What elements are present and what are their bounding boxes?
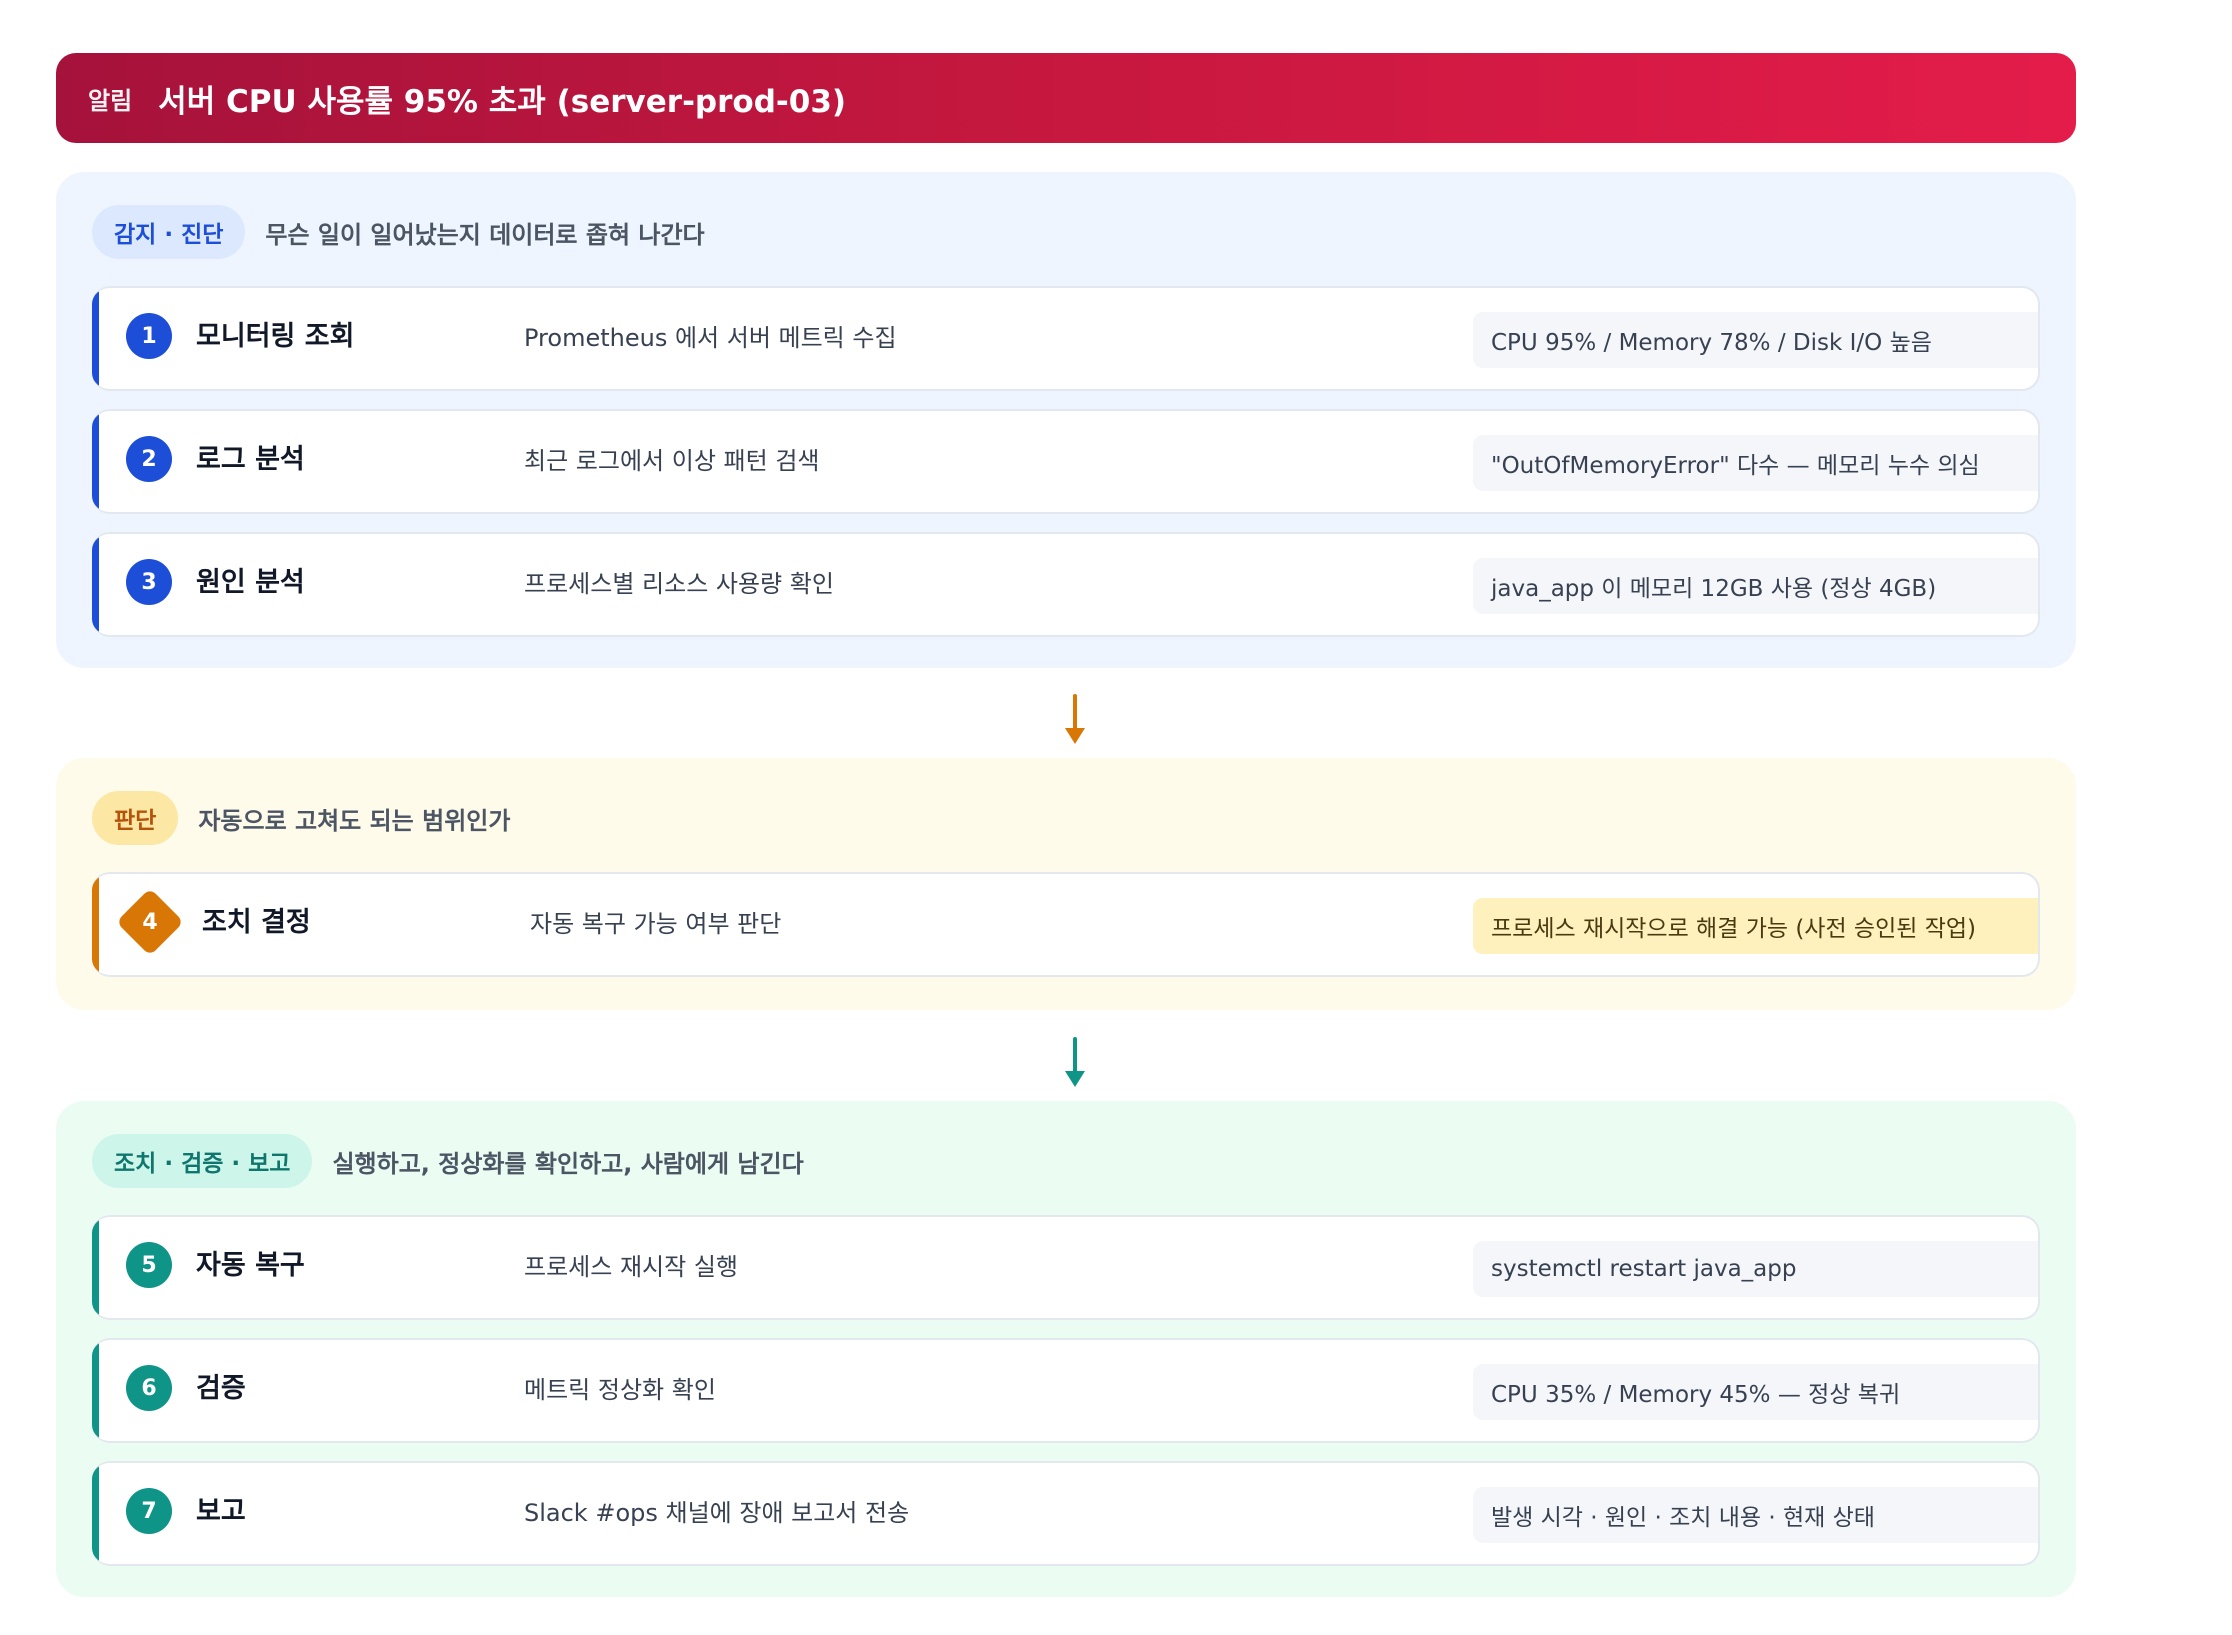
step-description: Slack #ops 채널에 장애 보고서 전송 bbox=[524, 1499, 910, 1527]
section-detect-diagnose: 감지 · 진단 무슨 일이 일어났는지 데이터로 좁혀 나간다 1 모니터링 조… bbox=[56, 172, 2076, 668]
section-action-verify-report: 조치 · 검증 · 보고 실행하고, 정상화를 확인하고, 사람에게 남긴다 5… bbox=[56, 1101, 2076, 1597]
step-description: Prometheus 에서 서버 메트릭 수집 bbox=[524, 324, 897, 352]
step-card-1: 1 모니터링 조회 Prometheus 에서 서버 메트릭 수집 CPU 95… bbox=[92, 286, 2040, 391]
section-header: 판단 자동으로 고쳐도 되는 범위인가 bbox=[92, 790, 510, 846]
step-result: java_app 이 메모리 12GB 사용 (정상 4GB) bbox=[1473, 558, 2038, 614]
step-card-2: 2 로그 분석 최근 로그에서 이상 패턴 검색 "OutOfMemoryErr… bbox=[92, 409, 2040, 514]
step-number-badge: 4 bbox=[142, 909, 158, 935]
step-number-badge: 3 bbox=[126, 559, 172, 605]
step-title: 검증 bbox=[196, 1373, 246, 1404]
step-number-badge: 1 bbox=[126, 313, 172, 359]
step-title: 로그 분석 bbox=[196, 444, 305, 475]
alert-title: 서버 CPU 사용률 95% 초과 (server-prod-03) bbox=[158, 83, 847, 120]
step-card-4: 4 조치 결정 자동 복구 가능 여부 판단 프로세스 재시작으로 해결 가능 … bbox=[92, 872, 2040, 977]
alert-banner: 알림 서버 CPU 사용률 95% 초과 (server-prod-03) bbox=[56, 53, 2076, 143]
step-title: 조치 결정 bbox=[202, 907, 311, 938]
step-number-badge: 2 bbox=[126, 436, 172, 482]
arrow-down-icon bbox=[1065, 694, 1085, 744]
step-card-6: 6 검증 메트릭 정상화 확인 CPU 35% / Memory 45% — 정… bbox=[92, 1338, 2040, 1443]
step-description: 최근 로그에서 이상 패턴 검색 bbox=[524, 447, 820, 475]
section-description: 무슨 일이 일어났는지 데이터로 좁혀 나간다 bbox=[265, 220, 705, 249]
step-title: 원인 분석 bbox=[196, 567, 305, 598]
step-description: 프로세스별 리소스 사용량 확인 bbox=[524, 570, 834, 598]
step-number-badge: 6 bbox=[126, 1365, 172, 1411]
section-label-pill: 조치 · 검증 · 보고 bbox=[92, 1134, 313, 1188]
section-header: 감지 · 진단 무슨 일이 일어났는지 데이터로 좁혀 나간다 bbox=[92, 204, 705, 260]
step-title: 보고 bbox=[196, 1496, 246, 1527]
step-result: CPU 95% / Memory 78% / Disk I/O 높음 bbox=[1473, 312, 2038, 368]
step-result: "OutOfMemoryError" 다수 — 메모리 누수 의심 bbox=[1473, 435, 2038, 491]
step-card-5: 5 자동 복구 프로세스 재시작 실행 systemctl restart ja… bbox=[92, 1215, 2040, 1320]
step-result: 발생 시각 · 원인 · 조치 내용 · 현재 상태 bbox=[1473, 1487, 2038, 1543]
section-header: 조치 · 검증 · 보고 실행하고, 정상화를 확인하고, 사람에게 남긴다 bbox=[92, 1133, 804, 1189]
step-description: 메트릭 정상화 확인 bbox=[524, 1376, 716, 1404]
step-title: 모니터링 조회 bbox=[196, 321, 355, 352]
step-title: 자동 복구 bbox=[196, 1250, 305, 1281]
section-decision: 판단 자동으로 고쳐도 되는 범위인가 4 조치 결정 자동 복구 가능 여부 … bbox=[56, 758, 2076, 1010]
step-result: systemctl restart java_app bbox=[1473, 1241, 2038, 1297]
step-description: 프로세스 재시작 실행 bbox=[524, 1253, 738, 1281]
section-label-pill: 판단 bbox=[92, 791, 179, 845]
arrow-down-icon bbox=[1065, 1037, 1085, 1087]
step-description: 자동 복구 가능 여부 판단 bbox=[530, 910, 782, 938]
step-result: 프로세스 재시작으로 해결 가능 (사전 승인된 작업) bbox=[1473, 898, 2038, 954]
step-card-7: 7 보고 Slack #ops 채널에 장애 보고서 전송 발생 시각 · 원인… bbox=[92, 1461, 2040, 1566]
section-description: 자동으로 고쳐도 되는 범위인가 bbox=[198, 806, 511, 835]
step-number-badge: 7 bbox=[126, 1488, 172, 1534]
step-card-3: 3 원인 분석 프로세스별 리소스 사용량 확인 java_app 이 메모리 … bbox=[92, 532, 2040, 637]
step-number-badge: 5 bbox=[126, 1242, 172, 1288]
section-label-pill: 감지 · 진단 bbox=[92, 205, 246, 259]
section-description: 실행하고, 정상화를 확인하고, 사람에게 남긴다 bbox=[332, 1149, 804, 1178]
alert-tag: 알림 bbox=[88, 86, 133, 115]
step-result: CPU 35% / Memory 45% — 정상 복귀 bbox=[1473, 1364, 2038, 1420]
